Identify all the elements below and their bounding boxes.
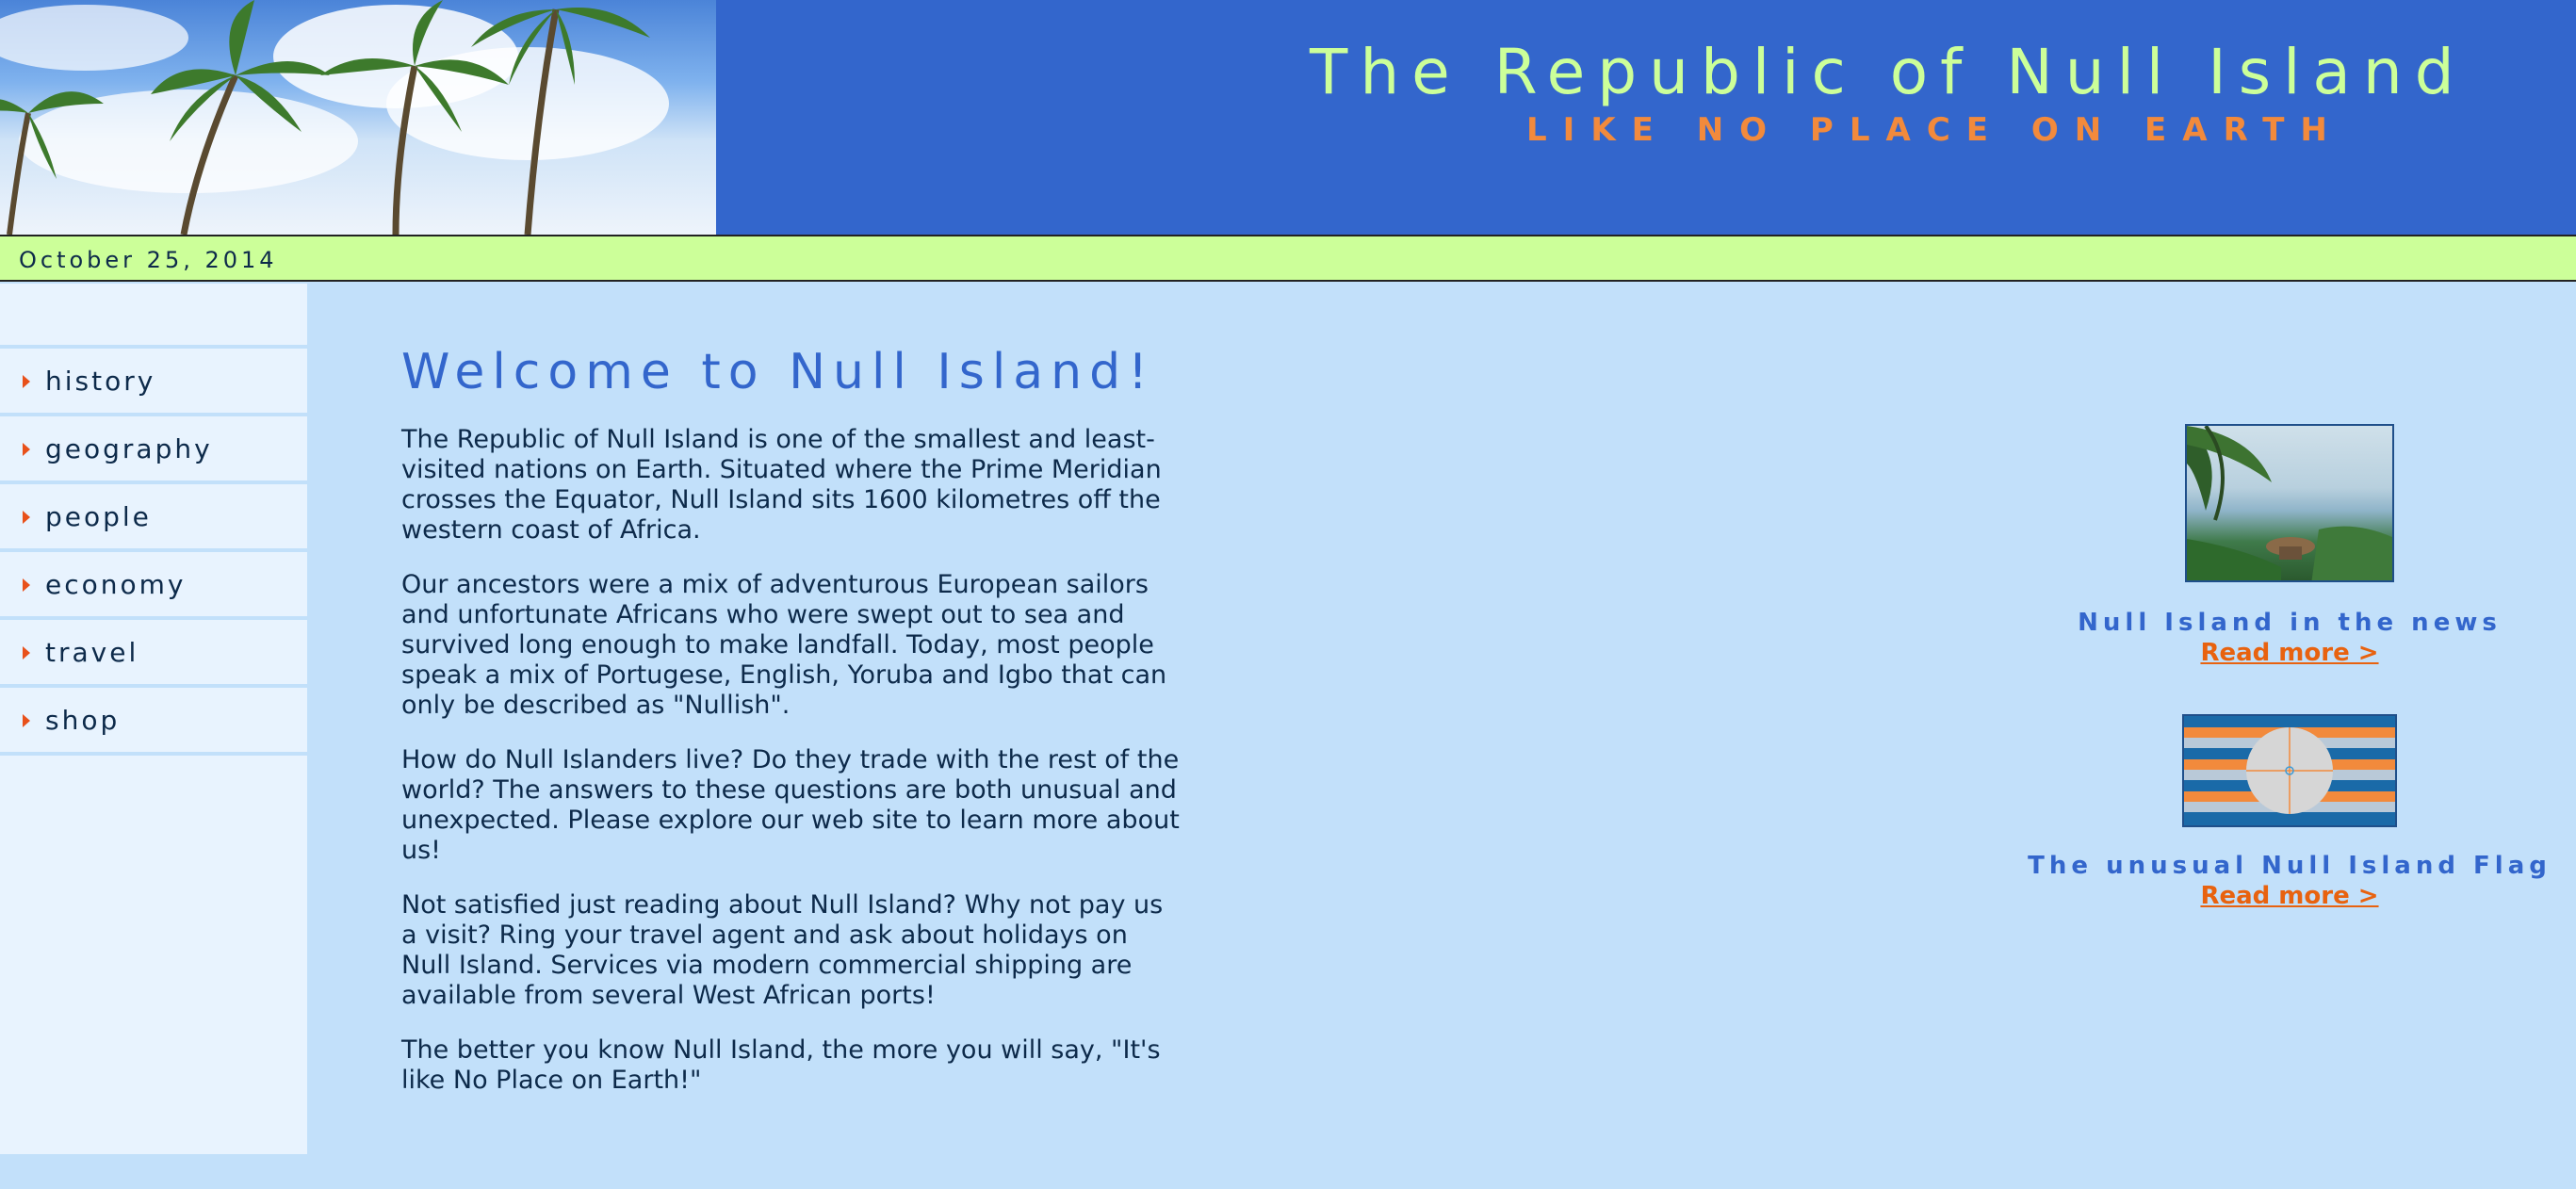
news-sidebar: Null Island in the news Read more > The …: [2016, 424, 2563, 910]
sidebar-item-label[interactable]: geography: [45, 433, 213, 464]
closing-paragraph: The better you know Null Island, the mor…: [401, 1035, 1161, 1095]
sidebar-item-label[interactable]: history: [45, 366, 155, 397]
arrow-right-icon: [23, 714, 30, 727]
null-island-flag-image[interactable]: [2182, 714, 2397, 827]
arrow-right-icon: [23, 443, 30, 456]
palm-trees-banner-image: [0, 0, 716, 235]
page-title: Welcome to Null Island!: [401, 344, 1155, 400]
sidebar-item-economy[interactable]: economy: [0, 552, 307, 620]
flag-caption: The unusual Null Island Flag: [2028, 852, 2552, 880]
lifestyle-paragraph: How do Null Islanders live? Do they trad…: [401, 745, 1180, 865]
arrow-right-icon: [23, 646, 30, 660]
arrow-right-icon: [23, 578, 30, 592]
sidebar: history geography people economy travel …: [0, 284, 307, 1154]
sidebar-item-label[interactable]: shop: [45, 705, 120, 736]
sidebar-item-label[interactable]: travel: [45, 637, 139, 668]
sidebar-item-travel[interactable]: travel: [0, 620, 307, 688]
site-title: The Republic of Null Island: [1310, 36, 2467, 108]
sidebar-item-people[interactable]: people: [0, 484, 307, 552]
arrow-right-icon: [23, 511, 30, 524]
intro-paragraph: The Republic of Null Island is one of th…: [401, 425, 1162, 545]
sidebar-nav: history geography people economy travel …: [0, 345, 307, 756]
site-tagline: LIKE NO PLACE ON EARTH: [1526, 111, 2343, 149]
ancestors-paragraph: Our ancestors were a mix of adventurous …: [401, 570, 1167, 720]
date-bar: October 25, 2014: [0, 235, 2576, 282]
sidebar-item-shop[interactable]: shop: [0, 688, 307, 756]
sidebar-item-history[interactable]: history: [0, 349, 307, 416]
sidebar-item-label[interactable]: people: [45, 501, 152, 532]
news-caption: Null Island in the news: [2078, 609, 2502, 637]
sidebar-item-geography[interactable]: geography: [0, 416, 307, 484]
news-read-more-link[interactable]: Read more >: [2200, 639, 2378, 667]
arrow-right-icon: [23, 375, 30, 388]
site-header: The Republic of Null Island LIKE NO PLAC…: [0, 0, 2576, 235]
flag-read-more-link[interactable]: Read more >: [2200, 882, 2378, 910]
current-date: October 25, 2014: [19, 247, 278, 273]
visit-paragraph: Not satisfied just reading about Null Is…: [401, 890, 1164, 1010]
main-content: Welcome to Null Island! The Republic of …: [401, 344, 1183, 1120]
beach-photo[interactable]: [2185, 424, 2394, 582]
sidebar-item-label[interactable]: economy: [45, 569, 186, 600]
